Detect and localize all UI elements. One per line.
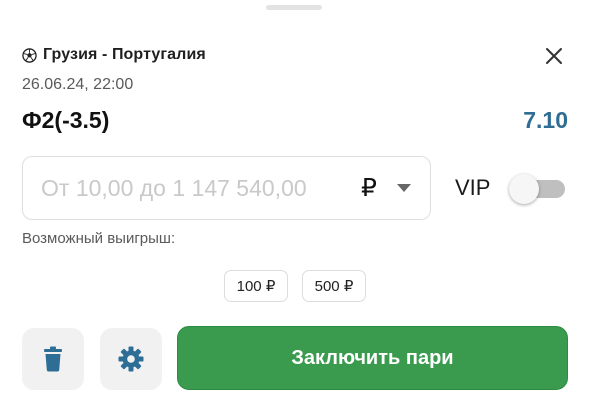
possible-win-label: Возможный выигрыш:: [22, 230, 176, 247]
drag-handle[interactable]: [266, 5, 322, 10]
stake-field[interactable]: ₽: [22, 156, 431, 220]
match-datetime: 26.06.24, 22:00: [22, 76, 134, 93]
bet-odds: 7.10: [523, 107, 568, 133]
soccer-ball-icon: [22, 47, 37, 63]
vip-toggle[interactable]: [509, 174, 565, 204]
trash-icon: [44, 346, 62, 372]
settings-button[interactable]: [100, 328, 162, 390]
quick-amount-100-button[interactable]: 100 ₽: [224, 270, 288, 302]
close-icon: [546, 48, 562, 64]
currency-symbol: ₽: [361, 174, 377, 202]
match-title: Грузия - Португалия: [43, 46, 206, 63]
quick-amount-500-button[interactable]: 500 ₽: [302, 270, 366, 302]
place-bet-button[interactable]: Заключить пари: [177, 326, 568, 390]
bet-name: Ф2(-3.5): [22, 107, 110, 133]
vip-toggle-knob: [509, 174, 539, 204]
match-header: Грузия - Португалия: [22, 46, 206, 64]
chevron-down-icon: [397, 184, 411, 192]
stake-input[interactable]: [41, 174, 353, 202]
currency-dropdown-button[interactable]: [393, 177, 415, 199]
close-button[interactable]: [542, 44, 566, 68]
gear-icon: [118, 346, 144, 372]
delete-button[interactable]: [22, 328, 84, 390]
vip-label: VIP: [455, 175, 491, 200]
